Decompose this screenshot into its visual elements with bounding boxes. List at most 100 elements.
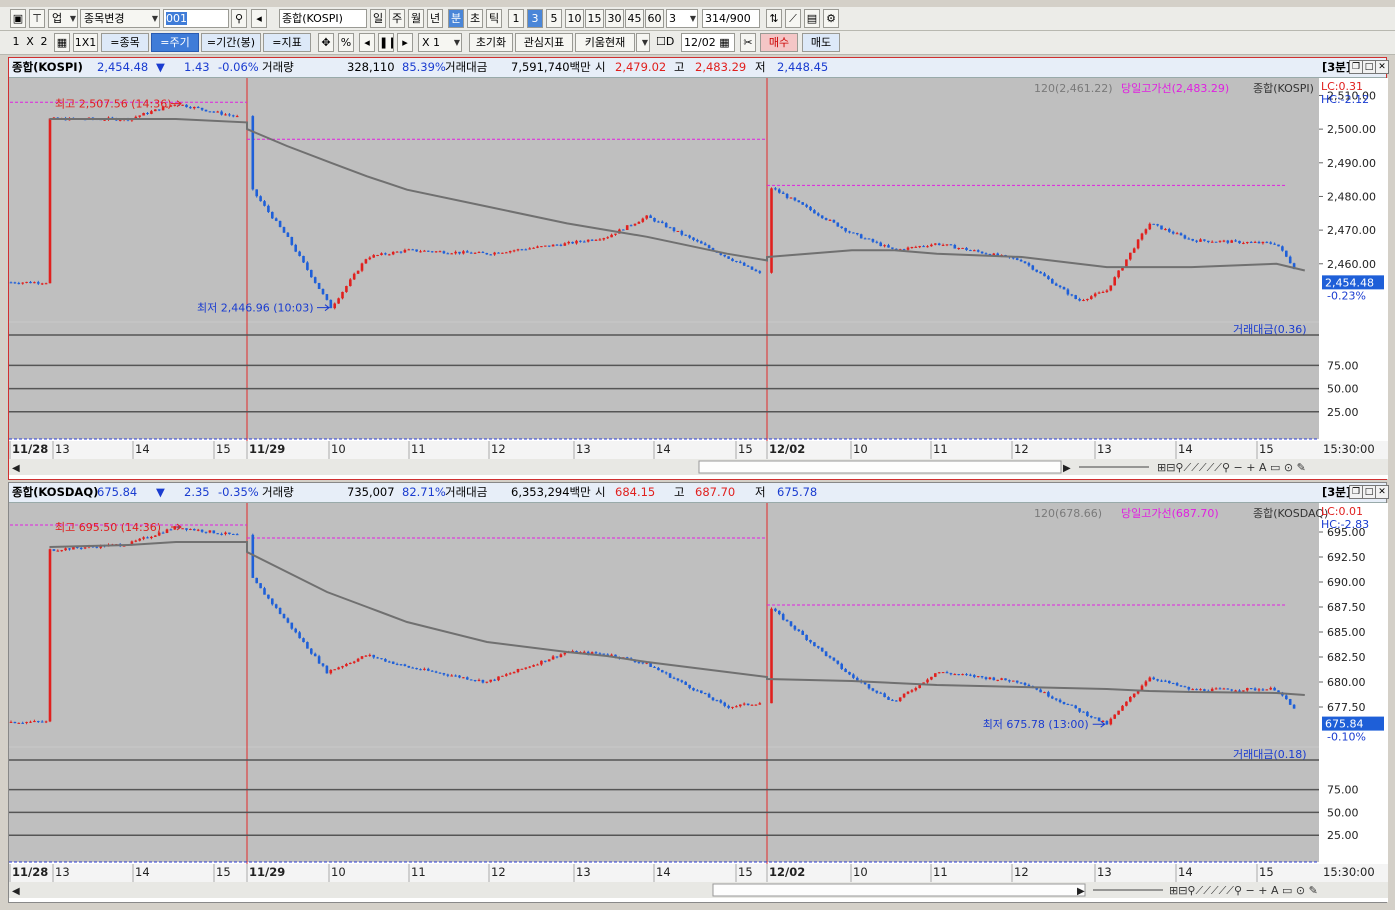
candle-body [980,251,984,254]
code-input[interactable]: 001 [163,9,229,28]
period-minute[interactable]: 분 [448,9,464,28]
toolbar-top: ▣ ⊤ 업 종목변경 001 ⚲ ◂ 종합(KOSPI) 일 주 월 년 분 초… [0,7,1395,31]
candle-body [1265,241,1269,243]
interval-select[interactable]: 3 [666,9,698,28]
candle-body [150,536,153,539]
close-icon[interactable]: ✕ [1375,485,1389,499]
period-week[interactable]: 주 [389,9,405,28]
candle-body [1078,299,1081,301]
compare-icon[interactable]: ⇅ [766,9,782,28]
layout-x[interactable]: X [24,33,36,52]
kiwoom-dropdown[interactable] [636,33,650,52]
sync-period[interactable]: =주기 [151,33,199,52]
open-label: 시 [595,60,606,74]
prev-icon[interactable]: ◂ [359,33,375,52]
high-value: 2,483.29 [695,60,747,74]
layout-2[interactable]: 2 [38,33,50,52]
scissors-icon[interactable]: ✂ [740,33,756,52]
sell-button[interactable]: 매도 [802,33,840,52]
candle-body [1054,283,1058,286]
period-month[interactable]: 월 [408,9,424,28]
candle-body [953,245,957,249]
date-input[interactable]: 12/02 ▦ [681,33,735,52]
date-checkbox[interactable]: ☐D [656,33,680,52]
restore-icon[interactable]: ❐ [1349,485,1363,499]
percent-button[interactable]: % [338,33,354,52]
candle-body [1043,692,1046,694]
maximize-icon[interactable]: □ [1362,60,1376,74]
candle-body [742,703,746,705]
period-day[interactable]: 일 [370,9,386,28]
period-second[interactable]: 초 [467,9,483,28]
x-tick-label: 12 [491,865,506,879]
candle-body [345,663,348,667]
candle-body [17,283,21,285]
interval-30[interactable]: 30 [605,9,624,28]
restore-icon[interactable]: ❐ [1349,60,1363,74]
next-icon[interactable]: ▸ [397,33,413,52]
candle-body [29,281,32,284]
interval-60[interactable]: 60 [645,9,664,28]
candle-body [1273,243,1276,245]
layout-1[interactable]: 1 [10,33,22,52]
candle-body [735,260,738,262]
candle-body [372,654,375,658]
legend-day-high: 당일고가선(2,483.29) [1121,81,1229,95]
candle-body [1210,688,1214,692]
volume-percent: 85.39% [402,60,446,74]
candle-body [40,283,44,285]
buy-button[interactable]: 매수 [760,33,798,52]
zoom-select[interactable]: X 1 [418,33,462,52]
candle-body [341,291,344,299]
symbol-change-select[interactable]: 종목변경 [80,9,160,28]
sync-indicator[interactable]: =지표 [263,33,311,52]
speaker-icon[interactable]: ◂ [251,9,267,28]
interval-3[interactable]: 3 [527,9,543,28]
save-icon[interactable]: ▤ [804,9,820,28]
close-icon[interactable]: ✕ [1375,60,1389,74]
sync-symbol[interactable]: =종목 [101,33,149,52]
crosshair-icon[interactable]: ✥ [318,33,334,52]
candle-body [423,668,426,670]
layout-1x1[interactable]: 1X1 [73,33,98,52]
candle-body [302,638,305,643]
candle-body [668,227,672,229]
kiwoom-current-button[interactable]: 키움현재 [575,33,635,52]
count-field[interactable]: 314/900 [702,9,760,28]
favorite-indicator-button[interactable]: 관심지표 [515,33,573,52]
candle-body [614,233,617,235]
candle-body [356,270,360,274]
candle-body [306,262,309,270]
candle-body [380,253,383,256]
maximize-icon[interactable]: □ [1362,485,1376,499]
grid-icon[interactable]: ▦ [54,33,70,52]
search-icon[interactable]: ⚲ [231,9,247,28]
window-icon[interactable]: ▣ [10,9,26,28]
candle-body [520,249,524,251]
candle-body [528,666,531,668]
candle-body [809,206,812,211]
period-year[interactable]: 년 [427,9,443,28]
scroll-left-icon: ◀ [12,886,20,897]
candle-body [1101,291,1105,293]
candle-body [56,550,60,552]
candle-body [852,232,855,234]
interval-15[interactable]: 15 [585,9,604,28]
reset-button[interactable]: 초기화 [469,33,513,52]
price-area [9,78,1319,321]
candle-body [142,113,145,116]
pause-icon[interactable]: ❚❚ [378,33,394,52]
interval-10[interactable]: 10 [565,9,584,28]
interval-5[interactable]: 5 [546,9,562,28]
interval-45[interactable]: 45 [625,9,644,28]
market-select[interactable]: 업 [48,9,78,28]
candle-body [263,201,266,206]
gear-icon[interactable]: ⚙ [823,9,839,28]
candle-body [1234,240,1237,242]
trend-icon[interactable]: ⟋ [785,9,801,28]
interval-1[interactable]: 1 [508,9,524,28]
sync-range[interactable]: =기간(봉) [201,33,261,52]
period-tick[interactable]: 틱 [486,9,502,28]
pin-icon[interactable]: ⊤ [29,9,45,28]
candle-body [1082,711,1085,713]
